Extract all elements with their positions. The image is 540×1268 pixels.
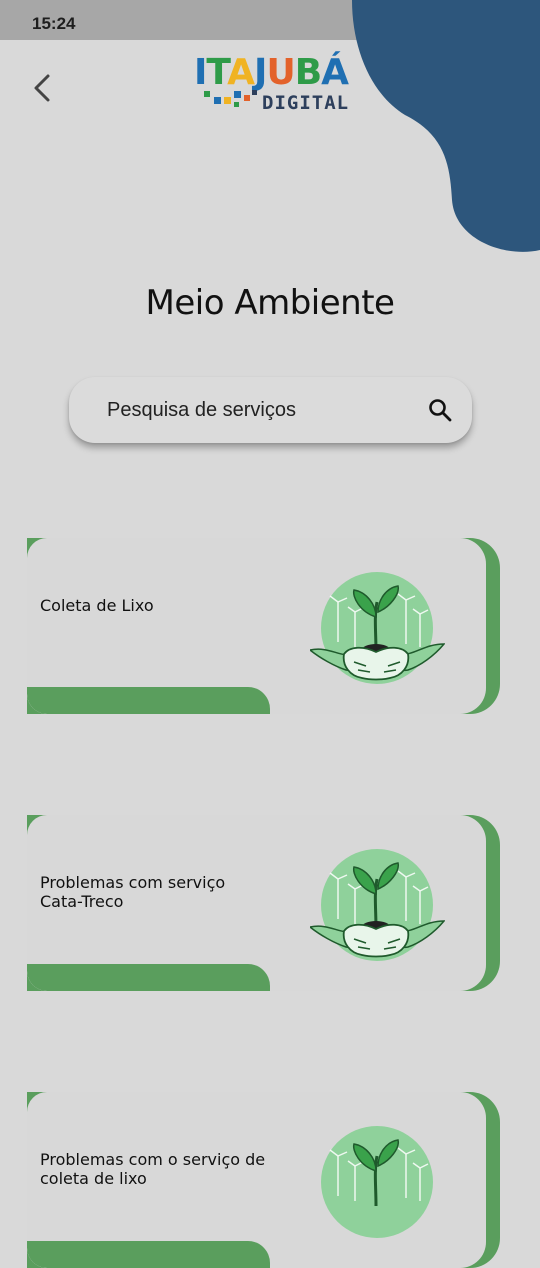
service-card-label: Problemas com serviço Cata-Treco (40, 873, 226, 911)
card-face: Problemas com serviço Cata-Treco (27, 815, 486, 991)
svg-text:ITAJUBÁ: ITAJUBÁ (194, 51, 349, 93)
card-strip (27, 687, 270, 714)
svg-text:DIGITAL: DIGITAL (262, 92, 349, 114)
card-strip (27, 964, 270, 991)
service-card-coleta-problemas[interactable]: Problemas com o serviço de coleta de lix… (27, 1092, 500, 1268)
back-button[interactable] (24, 70, 60, 106)
service-card-label: Problemas com o serviço de coleta de lix… (40, 1150, 266, 1188)
signal-icon (413, 14, 432, 28)
card-strip (27, 1241, 270, 1268)
battery-icon: 56 (480, 14, 511, 28)
service-card-label: Coleta de Lixo (40, 596, 154, 615)
search-icon[interactable] (428, 398, 452, 422)
plant-in-hands-icon (310, 572, 445, 684)
chevron-left-icon (34, 74, 50, 102)
service-card-cata-treco[interactable]: Problemas com serviço Cata-Treco (27, 815, 500, 991)
card-face: Coleta de Lixo (27, 538, 486, 714)
service-card-coleta-de-lixo[interactable]: Coleta de Lixo (27, 538, 500, 714)
signal-icon-2 (454, 14, 472, 28)
itajuba-digital-logo: ITAJUBÁ DIGITAL (194, 51, 350, 114)
status-icons: 4G 56 (413, 14, 511, 28)
status-bar: 15:24 4G 56 (0, 0, 540, 40)
status-time: 15:24 (32, 14, 76, 33)
search-bar (69, 377, 472, 443)
page-title: Meio Ambiente (145, 283, 395, 323)
network-type: 4G (439, 16, 450, 25)
card-face: Problemas com o serviço de coleta de lix… (27, 1092, 486, 1268)
plant-in-hands-icon (321, 1126, 433, 1238)
search-input[interactable] (107, 377, 407, 443)
plant-in-hands-icon (310, 849, 445, 961)
